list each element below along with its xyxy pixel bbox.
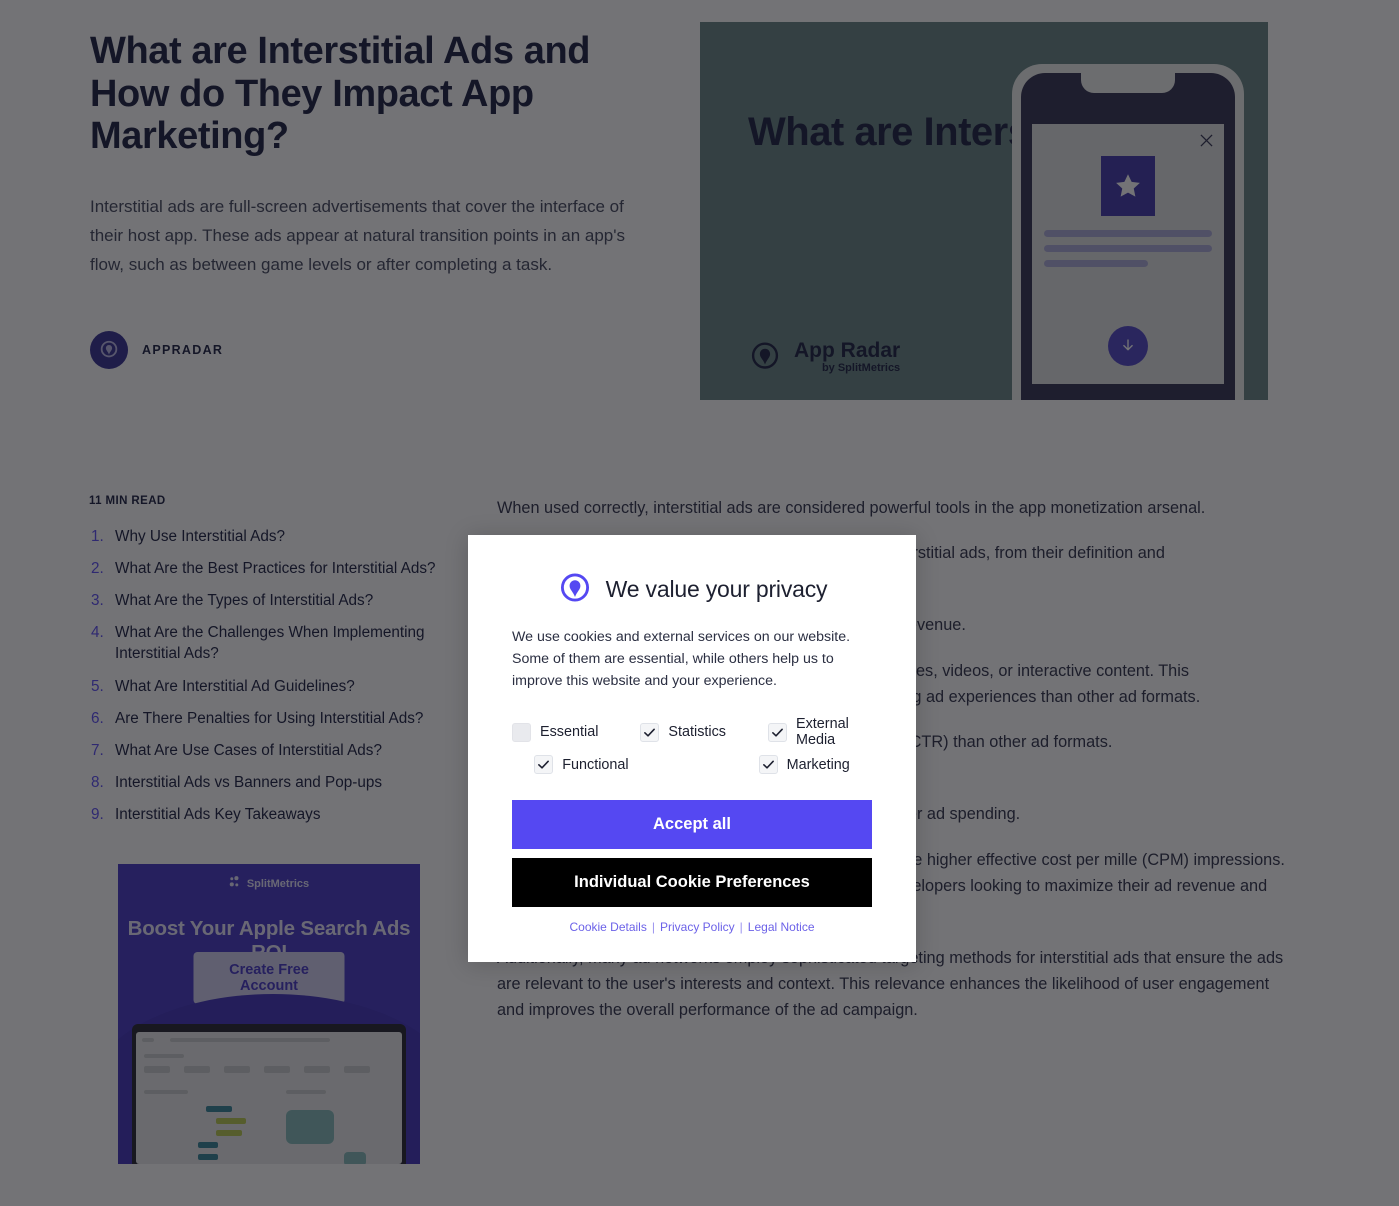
app-radar-logo-icon [560, 573, 589, 602]
privacy-policy-link[interactable]: Privacy Policy [660, 920, 735, 934]
page-root: What are Interstitial Ads and How do The… [0, 0, 1399, 1206]
link-separator: | [739, 920, 743, 935]
individual-cookie-preferences-button[interactable]: Individual Cookie Preferences [512, 858, 872, 908]
cookie-option-label: External Media [795, 716, 849, 749]
cookie-option-label: Statistics [668, 724, 726, 741]
cookie-dialog-links: Cookie Details | Privacy Policy | Legal Noti… [512, 920, 872, 934]
cookie-dialog-header: We value your privacy [512, 571, 872, 607]
link-separator: | [651, 920, 655, 935]
cookie-consent-dialog: We value your privacy We use cookies and… [468, 535, 916, 963]
legal-notice-link[interactable]: Legal Notice [748, 920, 815, 934]
cookie-dialog-title: We value your privacy [605, 575, 828, 602]
checkbox-checked-icon[interactable] [534, 755, 554, 775]
cookie-dialog-description: We use cookies and external services on … [512, 629, 851, 690]
checkbox-checked-icon[interactable] [758, 755, 778, 775]
checkbox-checked-icon[interactable] [640, 722, 660, 742]
cookie-option-label: Essential [540, 724, 599, 741]
cookie-options-row: Essential Statistics External Media [512, 716, 872, 748]
checkbox-unchecked-icon [512, 722, 531, 742]
cookie-option-external-media[interactable]: External Media [767, 716, 872, 749]
accept-all-button[interactable]: Accept all [512, 800, 872, 850]
cookie-option-label: Marketing [786, 756, 850, 773]
cookie-options-row: Functional Marketing [512, 755, 872, 775]
cookie-option-marketing[interactable]: Marketing [758, 755, 850, 775]
cookie-option-label: Functional [562, 756, 629, 773]
checkbox-checked-icon[interactable] [767, 722, 787, 742]
cookie-option-functional[interactable]: Functional [534, 755, 629, 775]
cookie-options: Essential Statistics External Media Func… [512, 716, 872, 775]
cookie-option-statistics[interactable]: Statistics [640, 716, 726, 748]
cookie-details-link[interactable]: Cookie Details [569, 920, 646, 934]
cookie-option-essential: Essential [512, 716, 598, 748]
